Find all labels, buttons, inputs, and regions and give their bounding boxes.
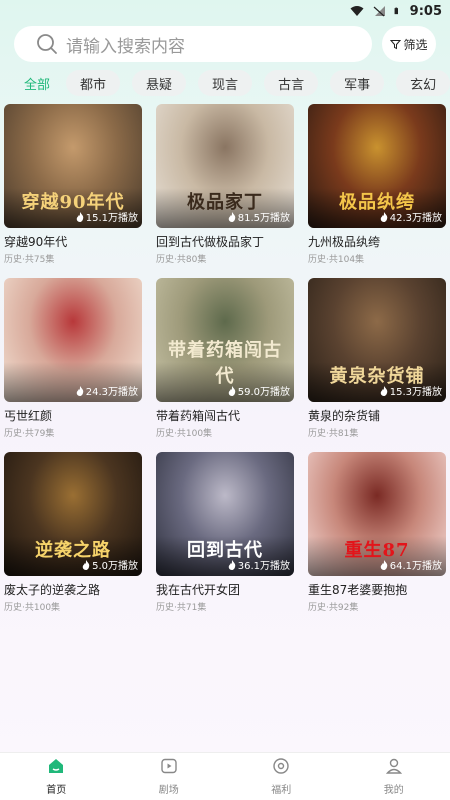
drama-title[interactable]: 九州极品纨绔 (308, 233, 446, 250)
drama-poster[interactable]: 24.3万播放 (4, 278, 142, 402)
drama-poster[interactable]: 黄泉杂货铺 15.3万播放 (308, 278, 446, 402)
drama-card[interactable]: 穿越90年代 15.1万播放穿越90年代历史·共75集 (4, 104, 142, 268)
play-count: 5.0万播放 (82, 557, 138, 572)
drama-card[interactable]: 极品纨绔 42.3万播放九州极品纨绔历史·共104集 (308, 104, 446, 268)
nav-label: 福利 (271, 785, 292, 796)
flame-icon (82, 559, 90, 570)
drama-title[interactable]: 黄泉的杂货铺 (308, 407, 446, 424)
nav-label: 我的 (383, 785, 404, 796)
play-count: 81.5万播放 (228, 209, 290, 224)
filter-label: 筛选 (403, 37, 428, 52)
drama-card[interactable]: 24.3万播放丐世红颜历史·共79集 (4, 278, 142, 442)
nav-item-3[interactable]: 我的 (354, 757, 434, 796)
theater-icon (160, 757, 178, 778)
drama-title[interactable]: 回到古代做极品家丁 (156, 233, 294, 250)
play-count: 15.1万播放 (76, 209, 138, 224)
flame-icon (228, 385, 236, 396)
drama-card[interactable]: 黄泉杂货铺 15.3万播放黄泉的杂货铺历史·共81集 (308, 278, 446, 442)
drama-meta: 历史·共100集 (156, 429, 213, 439)
drama-meta: 历史·共100集 (4, 603, 61, 613)
drama-title[interactable]: 我在古代开女团 (156, 581, 294, 598)
tab-3[interactable]: 现言 (198, 70, 253, 96)
drama-card[interactable]: 带着药箱闯古代 59.0万播放 带着药箱闯古代 历史·共100集 (156, 278, 294, 442)
search-row: 请输入搜索内容 筛选 (14, 26, 436, 62)
play-count: 64.1万播放 (380, 557, 442, 572)
tab-5[interactable]: 军事 (330, 70, 385, 96)
poster-caption: 带着药箱闯古代 (168, 340, 282, 387)
play-count: 59.0万播放 (228, 383, 290, 398)
play-count: 24.3万播放 (76, 383, 138, 398)
play-count-text: 36.1万播放 (237, 561, 290, 572)
category-tabs: 全部 都市 悬疑 现言 古言 军事 玄幻 (12, 70, 450, 96)
status-time: 9:05 (409, 3, 442, 19)
drama-meta: 历史·共71集 (156, 603, 207, 613)
drama-card[interactable]: 极品家丁 81.5万播放回到古代做极品家丁历史·共80集 (156, 104, 294, 268)
flame-icon (228, 211, 236, 222)
drama-poster[interactable]: 逆袭之路 5.0万播放 (4, 452, 142, 576)
drama-title[interactable]: 丐世红颜 (4, 407, 142, 424)
nav-label: 首页 (46, 785, 67, 796)
search-placeholder: 请输入搜索内容 (66, 36, 185, 57)
drama-meta: 历史·共104集 (308, 255, 365, 265)
profile-icon (385, 757, 403, 778)
drama-meta: 历史·共92集 (308, 603, 359, 613)
flame-icon (76, 211, 84, 222)
drama-title[interactable]: 带着药箱闯古代 (156, 407, 294, 424)
tab-2[interactable]: 悬疑 (132, 70, 187, 96)
play-count-text: 5.0万播放 (92, 561, 138, 572)
play-count-text: 59.0万播放 (237, 387, 290, 398)
drama-card[interactable]: 重生87 64.1万播放重生87老婆要抱抱历史·共92集 (308, 452, 446, 616)
nav-item-2[interactable]: 福利 (241, 757, 321, 796)
search-input[interactable]: 请输入搜索内容 (14, 26, 372, 62)
filter-button[interactable]: 筛选 (382, 26, 436, 62)
drama-poster[interactable]: 极品纨绔 42.3万播放 (308, 104, 446, 228)
tab-6[interactable]: 玄幻 (396, 70, 450, 96)
filter-icon (390, 39, 402, 49)
drama-title[interactable]: 穿越90年代 (4, 233, 142, 250)
flame-icon (76, 385, 84, 396)
play-count: 15.3万播放 (380, 383, 442, 398)
status-bar: 9:05 (0, 0, 450, 22)
play-count-text: 42.3万播放 (389, 213, 442, 224)
play-count-text: 15.3万播放 (389, 387, 442, 398)
battery-icon (394, 7, 398, 15)
flame-icon (380, 385, 388, 396)
bottom-nav: 首页 剧场 福利 我的 (0, 752, 450, 800)
drama-poster[interactable]: 极品家丁 81.5万播放 (156, 104, 294, 228)
drama-title[interactable]: 重生87老婆要抱抱 (308, 581, 446, 598)
play-count-text: 24.3万播放 (85, 387, 138, 398)
drama-meta: 历史·共80集 (156, 255, 207, 265)
play-count: 36.1万播放 (228, 557, 290, 572)
drama-card[interactable]: 逆袭之路 5.0万播放废太子的逆袭之路历史·共100集 (4, 452, 142, 616)
drama-poster[interactable]: 带着药箱闯古代 59.0万播放 (156, 278, 294, 402)
flame-icon (380, 559, 388, 570)
play-count: 42.3万播放 (380, 209, 442, 224)
nav-item-1[interactable]: 剧场 (129, 757, 209, 796)
tab-4[interactable]: 古言 (264, 70, 319, 96)
drama-poster[interactable]: 回到古代 36.1万播放 (156, 452, 294, 576)
drama-title[interactable]: 废太子的逆袭之路 (4, 581, 142, 598)
flame-icon (228, 559, 236, 570)
home-icon (47, 757, 65, 778)
nav-label: 剧场 (158, 785, 179, 796)
play-count-text: 15.1万播放 (85, 213, 138, 224)
play-count-text: 64.1万播放 (389, 561, 442, 572)
play-count-text: 81.5万播放 (237, 213, 290, 224)
flame-icon (380, 211, 388, 222)
drama-meta: 历史·共79集 (4, 429, 55, 439)
wifi-icon (350, 6, 364, 16)
drama-poster[interactable]: 重生87 64.1万播放 (308, 452, 446, 576)
search-icon (37, 34, 57, 54)
nav-item-0[interactable]: 首页 (16, 757, 96, 796)
drama-meta: 历史·共75集 (4, 255, 55, 265)
drama-poster[interactable]: 穿越90年代 15.1万播放 (4, 104, 142, 228)
drama-card[interactable]: 回到古代 36.1万播放我在古代开女团历史·共71集 (156, 452, 294, 616)
tab-0[interactable]: 全部 (12, 70, 54, 96)
tab-1[interactable]: 都市 (66, 70, 121, 96)
signal-icon (373, 6, 385, 17)
welfare-icon (272, 757, 290, 778)
drama-grid: 穿越90年代 15.1万播放 穿越90年代 历史·共75集 极品家丁 81.5万播放 回到古… (4, 104, 446, 616)
drama-meta: 历史·共81集 (308, 429, 359, 439)
